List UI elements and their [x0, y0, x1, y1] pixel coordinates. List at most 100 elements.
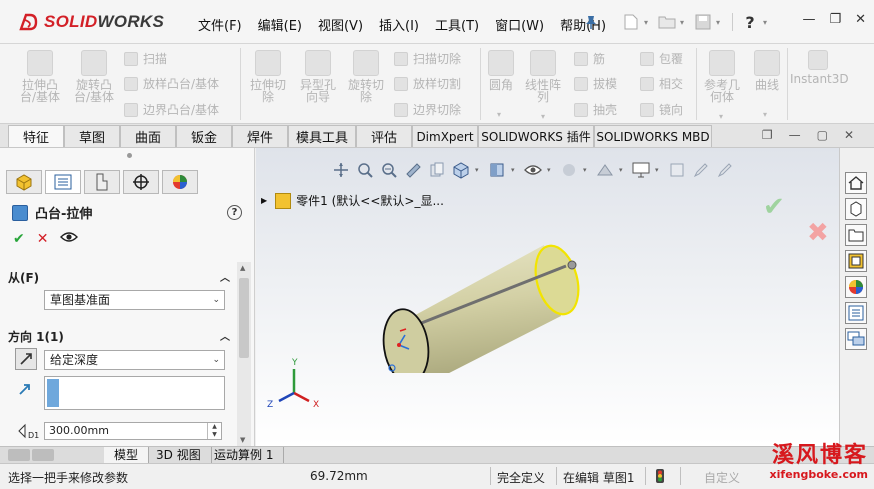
tab-surfaces[interactable]: 曲面	[120, 125, 176, 147]
wrap-button[interactable]: 包覆	[640, 50, 683, 67]
display-style-dropdown-icon[interactable]: ▾	[511, 166, 519, 174]
revolve-boss-button[interactable]: 旋转凸 台/基体	[70, 50, 118, 103]
file-explorer-icon[interactable]	[845, 224, 867, 246]
menu-window[interactable]: 窗口(W)	[487, 13, 552, 36]
boundary-cut-button[interactable]: 边界切除	[394, 101, 461, 118]
menu-insert[interactable]: 插入(I)	[371, 13, 427, 36]
previous-view-icon[interactable]	[379, 160, 399, 180]
help-button[interactable]: ?	[227, 205, 242, 220]
direction-section-header[interactable]: 方向 1(1) ︿	[8, 328, 230, 345]
zoom-to-area-icon[interactable]	[355, 160, 375, 180]
preview-eye-icon[interactable]	[60, 231, 79, 247]
tab-features[interactable]: 特征	[8, 125, 64, 147]
custom-properties-icon[interactable]	[845, 302, 867, 324]
extrude-boss-button[interactable]: 拉伸凸 台/基体	[16, 50, 64, 103]
new-document-icon[interactable]	[620, 12, 642, 32]
minimize-icon[interactable]: —	[802, 12, 815, 27]
pencil-annotate-icon[interactable]	[715, 160, 735, 180]
tab-evaluate[interactable]: 评估	[356, 125, 412, 147]
doc-restore-icon[interactable]: ❐	[762, 128, 773, 142]
tab-3d-views[interactable]: 3D 视图	[146, 447, 212, 463]
realview-icon[interactable]	[667, 160, 687, 180]
appearance-dropdown-icon[interactable]: ▾	[583, 166, 591, 174]
loft-boss-button[interactable]: 放样凸台/基体	[124, 75, 219, 92]
revolve-cut-button[interactable]: 旋转切 除	[342, 50, 390, 103]
configuration-manager-tab[interactable]	[84, 170, 120, 194]
scroll-down-icon[interactable]: ▼	[240, 436, 245, 444]
tab-sheet-metal[interactable]: 钣金	[176, 125, 232, 147]
pin-icon[interactable]	[583, 14, 599, 30]
tab-solidworks-addins[interactable]: SOLIDWORKS 插件	[478, 125, 594, 147]
loft-cut-button[interactable]: 放样切割	[394, 75, 461, 92]
curves-dropdown-icon[interactable]: ▾	[763, 110, 767, 119]
view-orientation-dropdown-icon[interactable]: ▾	[475, 166, 483, 174]
feature-manager-tab[interactable]	[6, 170, 42, 194]
tab-sketch[interactable]: 草图	[64, 125, 120, 147]
section-view-icon[interactable]	[403, 160, 423, 180]
solidworks-logo[interactable]: SOLIDWORKS	[18, 9, 164, 35]
extrude-drag-handle[interactable]	[567, 260, 577, 270]
doc-close-icon[interactable]: ✕	[844, 128, 854, 142]
doc-maximize-icon[interactable]: ▢	[817, 128, 828, 142]
doc-minimize-icon[interactable]: —	[789, 128, 801, 142]
reference-geometry-button[interactable]: 参考几 何体	[700, 50, 744, 103]
scrollbar-thumb[interactable]	[239, 278, 249, 358]
save-dropdown-icon[interactable]: ▾	[716, 18, 726, 27]
restore-icon[interactable]: ❐	[829, 12, 841, 27]
help-dropdown-icon[interactable]: ▾	[763, 18, 773, 27]
appearances-scenes-icon[interactable]	[845, 276, 867, 298]
extrude-cut-button[interactable]: 拉伸切 除	[244, 50, 292, 103]
boundary-boss-button[interactable]: 边界凸台/基体	[124, 101, 219, 118]
ref-geometry-dropdown-icon[interactable]: ▾	[719, 112, 723, 121]
dynamic-annotation-icon[interactable]	[427, 160, 447, 180]
pencil-sketch-icon[interactable]	[691, 160, 711, 180]
intersect-button[interactable]: 相交	[640, 75, 683, 92]
rebuild-status-icon[interactable]	[656, 469, 664, 486]
reverse-direction-icon[interactable]	[15, 348, 37, 370]
pattern-dropdown-icon[interactable]: ▾	[541, 112, 545, 121]
open-dropdown-icon[interactable]: ▾	[680, 18, 690, 27]
menu-view[interactable]: 视图(V)	[310, 13, 371, 36]
scroll-right-icon[interactable]	[32, 449, 54, 461]
units-select[interactable]: 自定义	[704, 469, 740, 486]
open-folder-icon[interactable]	[656, 12, 678, 32]
rib-button[interactable]: 筋	[574, 50, 605, 67]
tab-mold-tools[interactable]: 模具工具	[288, 125, 356, 147]
zoom-to-fit-icon[interactable]	[331, 160, 351, 180]
flyout-feature-tree[interactable]: ▶ 零件1 (默认<<默认>_显...	[261, 192, 444, 209]
menu-file[interactable]: 文件(F)	[190, 13, 250, 36]
fillet-button[interactable]: 圆角	[484, 50, 518, 91]
menu-edit[interactable]: 编辑(E)	[250, 13, 310, 36]
depth-spinner[interactable]: ▲ ▼	[207, 423, 221, 439]
scroll-up-icon[interactable]: ▲	[240, 264, 245, 272]
help-icon[interactable]: ?	[739, 12, 761, 32]
tab-weldments[interactable]: 焊件	[232, 125, 288, 147]
scene-dropdown-icon[interactable]: ▾	[619, 166, 627, 174]
menu-tools[interactable]: 工具(T)	[427, 13, 487, 36]
collapse-chevron-icon[interactable]: ︿	[220, 328, 230, 345]
direction-selection-box[interactable]	[44, 376, 225, 410]
curves-button[interactable]: 曲线	[750, 50, 784, 91]
solidworks-forum-icon[interactable]	[845, 328, 867, 350]
mirror-button[interactable]: 镜向	[640, 101, 683, 118]
cancel-x-icon[interactable]: ✕	[37, 231, 49, 247]
view-settings-dropdown-icon[interactable]: ▾	[655, 166, 663, 174]
display-style-icon[interactable]	[487, 160, 507, 180]
ok-check-icon[interactable]: ✔	[13, 231, 25, 247]
tab-scroll-arrows[interactable]	[8, 449, 54, 461]
sweep-cut-button[interactable]: 扫描切除	[394, 50, 461, 67]
scroll-left-icon[interactable]	[8, 449, 30, 461]
edit-appearance-icon[interactable]	[559, 160, 579, 180]
hide-show-dropdown-icon[interactable]: ▾	[547, 166, 555, 174]
draft-button[interactable]: 拔模	[574, 75, 617, 92]
confirmation-ok-icon[interactable]: ✔	[763, 192, 785, 222]
hide-show-items-icon[interactable]	[523, 160, 543, 180]
view-orientation-icon[interactable]	[451, 160, 471, 180]
property-manager-scrollbar[interactable]: ▲ ▼	[237, 262, 251, 446]
design-library-icon[interactable]	[845, 198, 867, 220]
solidworks-resources-icon[interactable]	[845, 172, 867, 194]
from-start-condition-select[interactable]: 草图基准面 ⌄	[44, 290, 225, 310]
apply-scene-icon[interactable]	[595, 160, 615, 180]
shell-button[interactable]: 抽壳	[574, 101, 617, 118]
new-dropdown-icon[interactable]: ▾	[644, 18, 654, 27]
